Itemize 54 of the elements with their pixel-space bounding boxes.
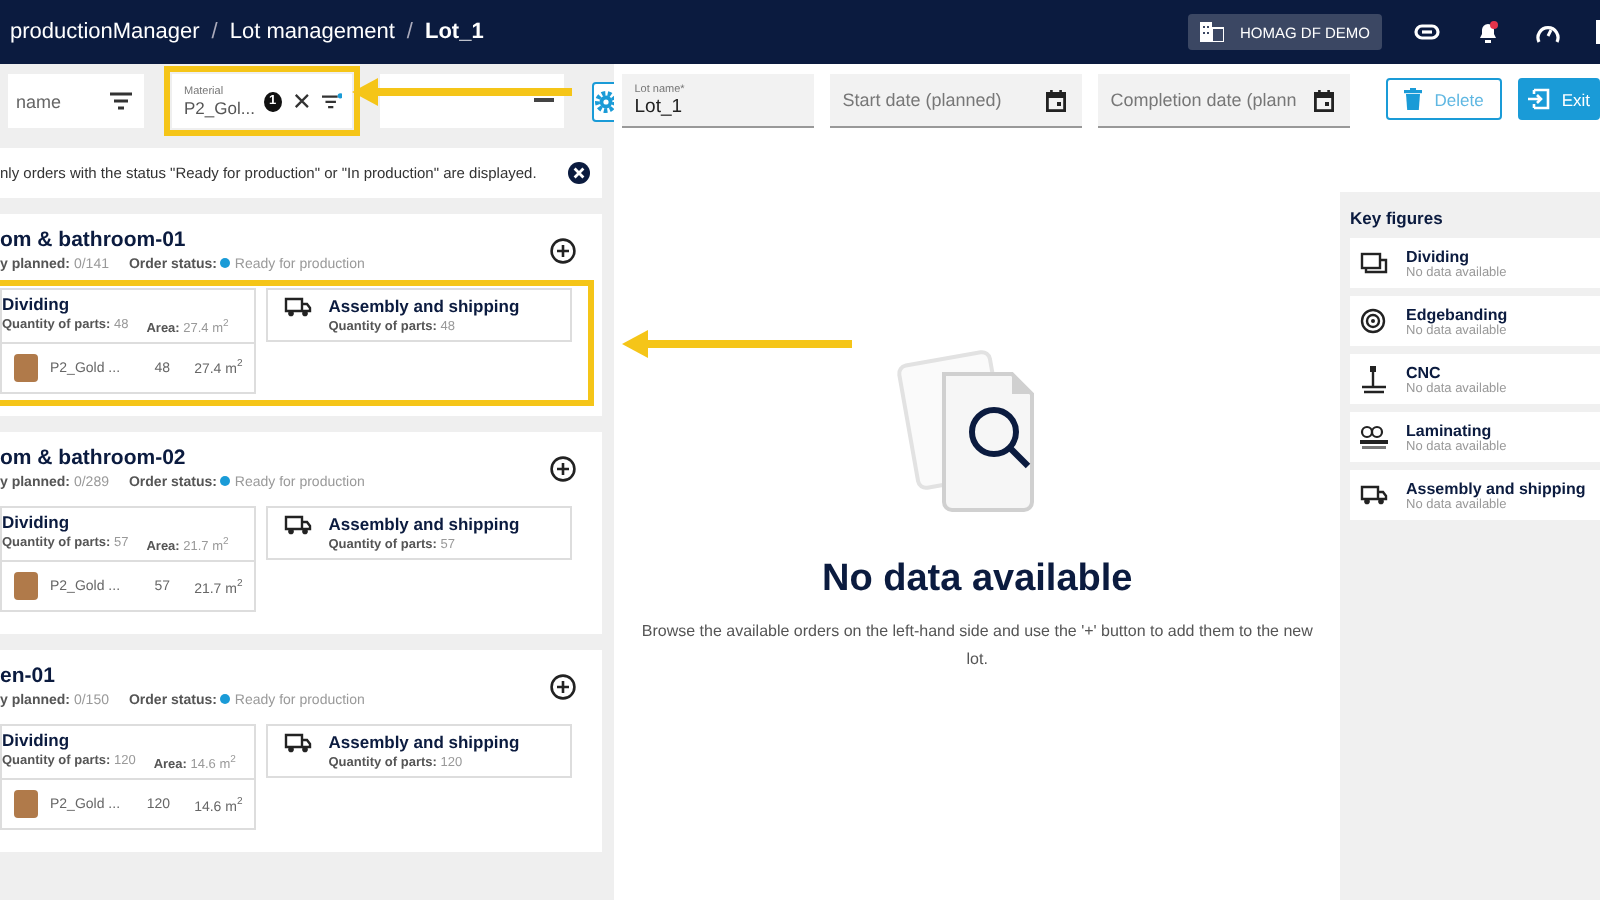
step-title: Assembly and shipping <box>328 296 520 316</box>
trash-icon <box>1404 88 1423 110</box>
breadcrumb-link[interactable]: productionManager <box>10 20 200 44</box>
step-title: Assembly and shipping <box>328 732 520 753</box>
key-figure-name: Dividing <box>1406 247 1472 265</box>
step-title: Dividing <box>2 294 72 314</box>
close-icon[interactable] <box>568 162 591 184</box>
press-icon <box>1360 424 1388 450</box>
cnc-spindle-icon <box>1360 365 1388 393</box>
step-title: Dividing <box>2 730 72 751</box>
add-button[interactable] <box>550 238 577 264</box>
key-figure-name: CNC <box>1406 363 1443 381</box>
calendar-icon[interactable] <box>1314 90 1335 112</box>
key-figure-name: Laminating <box>1406 421 1494 439</box>
truck-icon <box>284 514 313 537</box>
section-title: Key figures <box>1350 208 1445 228</box>
filter-icon[interactable] <box>321 92 342 110</box>
step-title: Assembly and shipping <box>328 514 520 535</box>
calendar-icon[interactable] <box>1046 90 1067 112</box>
breadcrumb-separator: / <box>406 20 413 44</box>
close-icon[interactable] <box>293 92 310 110</box>
breadcrumb-current: Lot_1 <box>424 20 484 44</box>
building-icon <box>1200 22 1224 42</box>
gauge-icon[interactable] <box>1536 21 1560 43</box>
breadcrumb-separator: / <box>211 20 218 44</box>
order-title: om & bathroom-02 <box>0 446 186 471</box>
exit-icon <box>1527 88 1550 110</box>
add-button[interactable] <box>550 456 577 483</box>
step-title: Dividing <box>2 512 72 533</box>
order-title: en-01 <box>0 664 55 689</box>
key-figure-name: Assembly and shipping <box>1406 479 1586 497</box>
settings-button[interactable] <box>592 81 615 121</box>
filter-field[interactable]: name <box>8 74 144 128</box>
material-swatch <box>14 572 38 601</box>
truck-icon <box>284 732 313 755</box>
empty-state-text: Browse the available orders on the left-hand side and use the '+' button to add them to the new lot. <box>639 620 1315 672</box>
minus-icon[interactable] <box>534 98 554 104</box>
truck-icon <box>284 296 313 318</box>
field-value: P2_Gol... <box>184 97 252 117</box>
empty-state-title: No data available <box>822 558 1133 602</box>
edge-roll-icon <box>1360 308 1388 334</box>
date-field[interactable]: Start date (planned) <box>830 74 1083 128</box>
add-button[interactable] <box>550 674 577 701</box>
panel-saw-icon <box>1360 251 1388 275</box>
breadcrumb-link[interactable]: Lot management <box>229 20 395 44</box>
material-swatch <box>14 790 38 819</box>
order-title: om & bathroom-01 <box>0 228 186 252</box>
link-icon[interactable] <box>1414 24 1440 40</box>
truck-icon <box>1360 484 1388 506</box>
material-swatch <box>14 354 38 383</box>
filter-icon[interactable] <box>110 92 132 110</box>
bell-icon[interactable] <box>1476 20 1500 44</box>
key-figure-name: Edgebanding <box>1406 305 1508 323</box>
date-field[interactable]: Completion date (plann <box>1098 74 1351 128</box>
